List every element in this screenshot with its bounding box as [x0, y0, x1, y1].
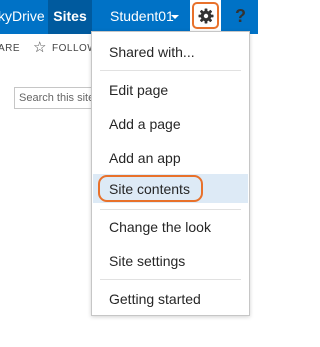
search-placeholder: Search this site — [19, 92, 95, 104]
menu-item-edit-page[interactable]: Edit page — [109, 82, 168, 98]
nav-sites-link[interactable]: Sites — [48, 0, 92, 34]
site-contents-callout-ring — [98, 175, 203, 202]
menu-item-change-look[interactable]: Change the look — [109, 219, 211, 235]
nav-skydrive-link[interactable]: kyDrive — [0, 0, 45, 34]
menu-item-add-app[interactable]: Add an app — [109, 150, 181, 166]
settings-menu: Shared with... Edit page Add a page Add … — [91, 31, 250, 316]
help-icon[interactable]: ? — [235, 6, 246, 26]
menu-divider — [100, 279, 241, 280]
user-menu-button[interactable]: Student01 — [110, 0, 174, 34]
settings-button[interactable] — [192, 2, 219, 29]
menu-item-shared-with[interactable]: Shared with... — [109, 44, 195, 60]
share-button[interactable]: ARE — [0, 43, 20, 54]
chevron-down-icon[interactable] — [171, 15, 179, 19]
menu-divider — [100, 209, 241, 210]
menu-item-site-settings[interactable]: Site settings — [109, 253, 185, 269]
menu-item-getting-started[interactable]: Getting started — [109, 291, 201, 307]
gear-icon — [198, 8, 214, 24]
star-icon[interactable]: ☆ — [33, 40, 46, 56]
menu-divider — [100, 70, 241, 71]
menu-item-add-page[interactable]: Add a page — [109, 116, 181, 132]
